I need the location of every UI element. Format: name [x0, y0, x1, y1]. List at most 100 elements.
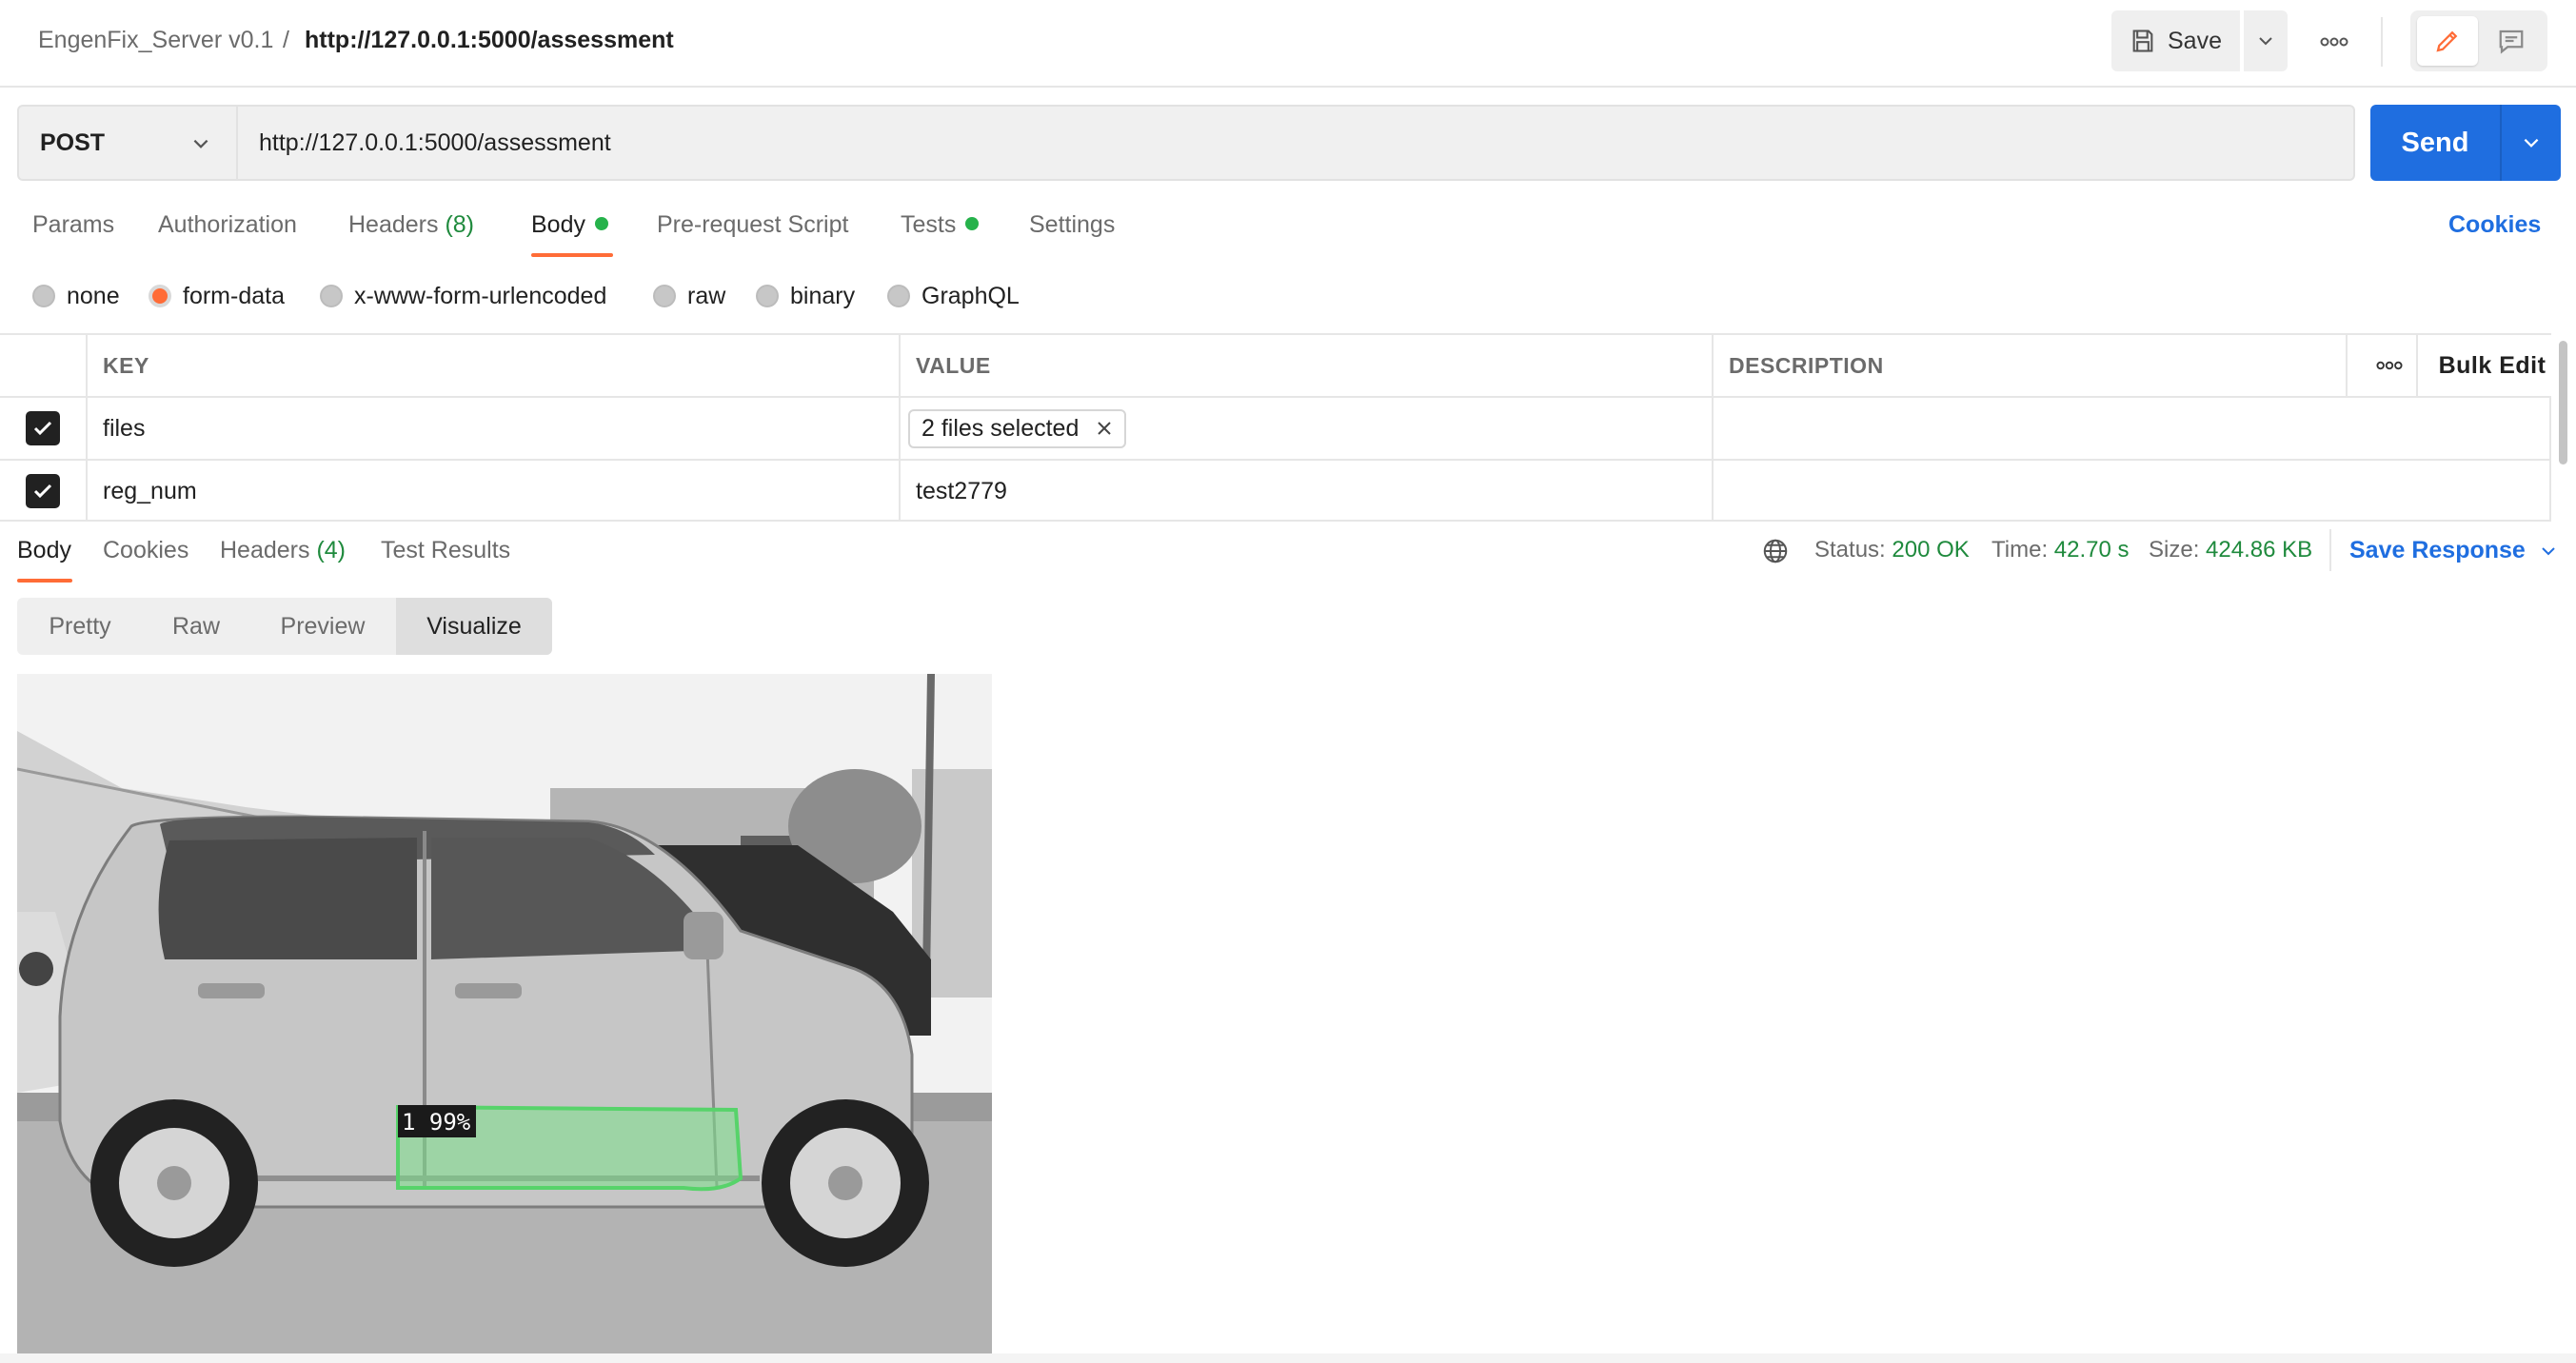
response-time[interactable]: Time: 42.70 s [1991, 537, 2130, 563]
send-options-dropdown[interactable] [2500, 105, 2561, 181]
comment-icon [2497, 27, 2526, 55]
more-icon [2320, 37, 2348, 47]
send-button[interactable]: Send [2370, 105, 2500, 181]
response-tab-headers[interactable]: Headers (4) [220, 537, 346, 583]
radio-button [887, 285, 910, 307]
size-label: Size: [2149, 537, 2200, 563]
radio-label: binary [790, 282, 856, 309]
chevron-down-icon [2521, 132, 2542, 153]
save-button[interactable]: Save [2111, 10, 2240, 71]
response-tab-test-results[interactable]: Test Results [381, 537, 510, 583]
status-label: Status: [1814, 537, 1886, 563]
globe-icon[interactable] [1761, 537, 1790, 565]
tab-body[interactable]: Body [531, 211, 613, 257]
header-description: DESCRIPTION [1714, 335, 2348, 396]
method-select[interactable]: POST [17, 105, 238, 181]
more-options-button[interactable] [2313, 21, 2355, 63]
radio-button [320, 285, 343, 307]
breadcrumb-separator: / [283, 27, 289, 53]
request-title[interactable]: http://127.0.0.1:5000/assessment [305, 27, 674, 54]
comments-button[interactable] [2481, 16, 2542, 66]
save-response-label: Save Response [2349, 537, 2526, 563]
size-value: 424.86 KB [2206, 537, 2313, 563]
value-cell[interactable]: 2 files selected [901, 398, 1714, 459]
tab-label: Tests [901, 211, 957, 238]
active-tab-indicator [17, 579, 72, 583]
tab-label: Body [17, 537, 71, 563]
radio-graphql[interactable]: GraphQL [887, 280, 1020, 312]
form-data-table: KEY VALUE DESCRIPTION Bulk Edit files 2 … [0, 333, 2551, 522]
url-input[interactable] [238, 105, 2355, 181]
detection-label: 1 99% [402, 1109, 471, 1136]
value-cell[interactable]: test2779 [901, 461, 1714, 522]
radio-none[interactable]: none [32, 280, 120, 312]
description-cell[interactable] [1714, 398, 2551, 459]
tab-authorization[interactable]: Authorization [158, 211, 297, 257]
response-size[interactable]: Size: 424.86 KB [2149, 537, 2312, 563]
radio-x-www-form-urlencoded[interactable]: x-www-form-urlencoded [320, 280, 606, 312]
key-cell[interactable]: files [88, 398, 901, 459]
tab-settings[interactable]: Settings [1029, 211, 1115, 257]
tab-pre-request-script[interactable]: Pre-request Script [657, 211, 848, 257]
tab-label: Params [32, 211, 115, 238]
table-more-button[interactable] [2348, 335, 2418, 396]
chevron-down-icon [190, 133, 211, 154]
active-tab-indicator [531, 253, 613, 257]
radio-button [32, 285, 55, 307]
checkmark-icon [31, 417, 54, 440]
status-dot [965, 217, 980, 230]
tab-label: Body [531, 211, 585, 238]
chevron-down-icon [2539, 542, 2558, 561]
radio-form-data[interactable]: form-data [149, 280, 285, 312]
header-checkbox-cell [0, 335, 88, 396]
pencil-icon [2433, 27, 2462, 55]
view-visualize[interactable]: Visualize [396, 598, 552, 655]
file-chip-label: 2 files selected [921, 414, 1080, 442]
tab-label: Cookies [103, 537, 189, 563]
radio-button [653, 285, 676, 307]
view-preview[interactable]: Preview [249, 598, 396, 655]
breadcrumb-workspace[interactable]: EngenFix_Server v0.1 [38, 27, 273, 54]
tab-count: (8) [445, 211, 475, 238]
tab-params[interactable]: Params [32, 211, 114, 257]
row-checkbox[interactable] [26, 474, 60, 508]
response-status[interactable]: Status: 200 OK [1814, 537, 1970, 563]
header-key: KEY [88, 335, 901, 396]
checkmark-icon [31, 480, 54, 503]
radio-raw[interactable]: raw [653, 280, 725, 312]
radio-binary[interactable]: binary [756, 280, 855, 312]
edit-mode-button[interactable] [2417, 16, 2478, 66]
file-chip: 2 files selected [908, 408, 1127, 448]
description-cell[interactable] [1714, 461, 2551, 522]
tab-label: Pre-request Script [657, 211, 849, 238]
save-options-dropdown[interactable] [2244, 10, 2288, 71]
view-raw[interactable]: Raw [143, 598, 249, 655]
row-checkbox[interactable] [26, 411, 60, 445]
tab-label: Authorization [158, 211, 297, 238]
response-tab-body[interactable]: Body [17, 537, 72, 583]
cookies-link[interactable]: Cookies [2448, 211, 2541, 239]
response-tab-cookies[interactable]: Cookies [103, 537, 188, 583]
method-label: POST [40, 128, 106, 156]
view-pretty[interactable]: Pretty [17, 598, 143, 655]
tab-tests[interactable]: Tests [901, 211, 980, 257]
radio-button-selected [149, 285, 171, 307]
bulk-edit-button[interactable]: Bulk Edit [2418, 335, 2551, 396]
close-icon[interactable] [1096, 420, 1113, 437]
tab-headers[interactable]: Headers (8) [348, 211, 474, 257]
visualization-image: 1 99% [17, 674, 992, 1353]
radio-label: x-www-form-urlencoded [354, 282, 607, 309]
tab-label: Headers [220, 537, 310, 563]
row-checkbox-cell [0, 398, 88, 459]
save-response-button[interactable]: Save Response [2349, 537, 2558, 564]
radio-label: none [67, 282, 120, 309]
bottom-edge [0, 1353, 2576, 1363]
save-icon [2130, 28, 2156, 54]
table-header-row: KEY VALUE DESCRIPTION Bulk Edit [0, 335, 2551, 398]
chevron-down-icon [2256, 31, 2275, 50]
more-icon [2376, 361, 2403, 370]
radio-button [756, 285, 779, 307]
key-cell[interactable]: reg_num [88, 461, 901, 522]
table-scrollbar-thumb[interactable] [2559, 341, 2567, 464]
save-label: Save [2168, 27, 2222, 54]
